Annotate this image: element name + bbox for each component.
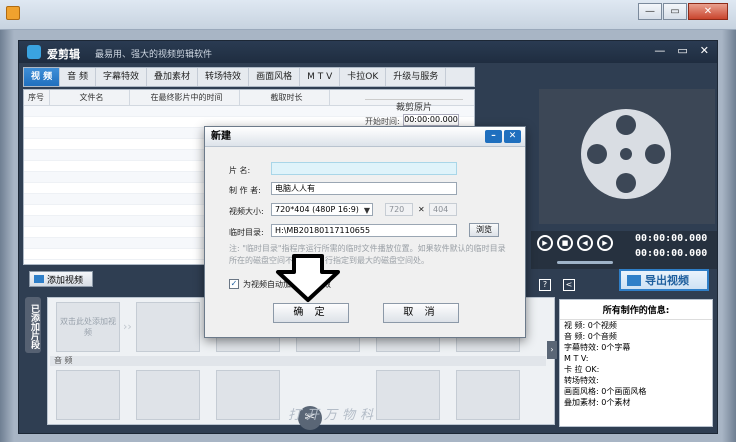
name-label: 片 名: [229,166,251,175]
app-minimize-button[interactable]: — [654,44,665,57]
author-field[interactable]: 电脑人人有 [271,182,457,195]
info-row: 字幕特效: 0个字幕 [564,343,631,352]
tab-subtitle-effects[interactable]: 字幕特效 [96,68,148,86]
column-duration[interactable]: 截取时长 [240,90,330,105]
app-logo-icon [27,45,41,59]
volume-slider[interactable] [557,261,613,264]
export-video-button[interactable]: 导出视频 [619,269,709,291]
temp-dir-label: 临时目录: [229,228,264,237]
info-title: 所有制作的信息: [560,300,712,320]
app-maximize-button[interactable]: ▭ [677,44,687,57]
video-preview [539,89,715,224]
times-icon: ✕ [418,205,425,214]
column-filename[interactable]: 文件名 [50,90,130,105]
crop-start-time-field[interactable]: 00:00:00.000 [403,114,459,126]
watermark: 打开万物科 [288,408,379,423]
help-icon[interactable]: ? [539,279,551,291]
tab-transitions[interactable]: 转场特效 [198,68,250,86]
audio-slot[interactable] [56,370,120,420]
stop-icon[interactable]: ■ [557,235,573,251]
width-field: 720 [385,203,413,216]
dialog-titlebar: 新建 – ✕ [205,127,525,147]
tab-upgrade[interactable]: 升级与服务 [386,68,447,86]
outer-maximize-button[interactable]: ▭ [663,3,687,20]
dialog-minimize-button[interactable]: – [485,130,502,143]
cancel-button[interactable]: 取 消 [383,303,459,323]
author-label: 制 作 者: [229,186,261,195]
tab-audio[interactable]: 音 频 [60,68,97,86]
app-close-button[interactable]: ✕ [700,44,709,57]
temp-dir-field[interactable]: H:\MB20180117110655 [271,224,457,237]
tab-video[interactable]: 视 频 [24,68,61,86]
column-index[interactable]: 序号 [24,90,50,105]
prev-frame-icon[interactable]: ◀ [577,235,593,251]
outer-close-button[interactable]: ✕ [688,3,728,20]
audio-slot[interactable] [136,370,200,420]
total-timecode: 00:00:00.000 [635,248,708,259]
info-row: 叠加素材: 0个素材 [564,398,631,407]
audio-slot[interactable] [216,370,280,420]
tab-mtv[interactable]: M T V [300,68,341,86]
info-row: 画面风格: 0个画面风格 [564,387,647,396]
audio-slot[interactable] [456,370,520,420]
info-row: 音 频: 0个音频 [564,332,617,341]
outer-window-titlebar: — ▭ ✕ [0,0,736,30]
clip-slot[interactable] [136,302,200,352]
add-video-button[interactable]: 添加视频 [29,271,93,287]
audio-slot[interactable] [376,370,440,420]
play-icon[interactable]: ▶ [537,235,553,251]
size-select[interactable]: 720*404 (480P 16:9) ▼ [271,203,373,216]
chevron-down-icon: ▼ [363,206,370,215]
app-titlebar: 爱剪辑 最易用、强大的视频剪辑软件 — ▭ ✕ [19,41,717,63]
height-field: 404 [429,203,457,216]
app-name: 爱剪辑 [47,48,80,61]
info-row: 视 频: 0个视频 [564,321,617,330]
tab-overlay[interactable]: 叠加素材 [147,68,199,86]
dialog-close-button[interactable]: ✕ [504,130,521,143]
outer-minimize-button[interactable]: — [638,3,662,20]
tab-style[interactable]: 画面风格 [249,68,301,86]
pointer-arrow-icon [276,254,340,302]
column-final-time[interactable]: 在最终影片中的时间 [130,90,240,105]
info-row: M T V: [564,354,589,363]
browse-button[interactable]: 浏览 [469,223,499,237]
size-select-value: 720*404 (480P 16:9) [275,205,359,214]
add-clip-placeholder[interactable]: 双击此处添加视频 [56,302,120,352]
main-tabs: 视 频 音 频 字幕特效 叠加素材 转场特效 画面风格 M T V 卡拉OK 升… [23,67,475,87]
ok-button[interactable]: 确 定 [273,303,349,323]
info-row: 卡 拉 OK: [564,365,600,374]
production-info-panel: 所有制作的信息: 视 频: 0个视频 音 频: 0个音频 字幕特效: 0个字幕 … [559,299,713,427]
export-label: 导出视频 [645,274,689,287]
film-reel-icon [581,109,671,199]
auto-transition-checkbox[interactable]: ✓ [229,279,239,289]
export-icon [627,274,641,286]
arrow-separator-icon: ›› [123,320,132,333]
outer-app-icon [6,6,20,20]
new-project-dialog: 新建 – ✕ 片 名: 制 作 者: 电脑人人有 视频大小: 720*404 (… [204,126,526,338]
panel-toggle-icon[interactable]: › [547,341,557,359]
share-icon[interactable]: < [563,279,575,291]
tab-karaoke[interactable]: 卡拉OK [340,68,387,86]
next-frame-icon[interactable]: ▶ [597,235,613,251]
size-label: 视频大小: [229,207,264,216]
added-clips-tab[interactable]: 已添加片段 [25,297,41,353]
name-field[interactable] [271,162,457,175]
film-icon [34,275,44,283]
player-controls: ▶ ■ ◀ ▶ 00:00:00.000 00:00:00.000 [531,231,717,269]
app-slogan: 最易用、强大的视频剪辑软件 [95,50,213,60]
current-timecode: 00:00:00.000 [635,233,708,244]
dialog-title: 新建 [211,131,231,142]
crop-title: 裁剪原片 [365,99,463,113]
info-row: 转场特效: [564,376,599,385]
audio-track-label: 音 频 [50,356,546,366]
add-video-label: 添加视频 [47,275,84,286]
